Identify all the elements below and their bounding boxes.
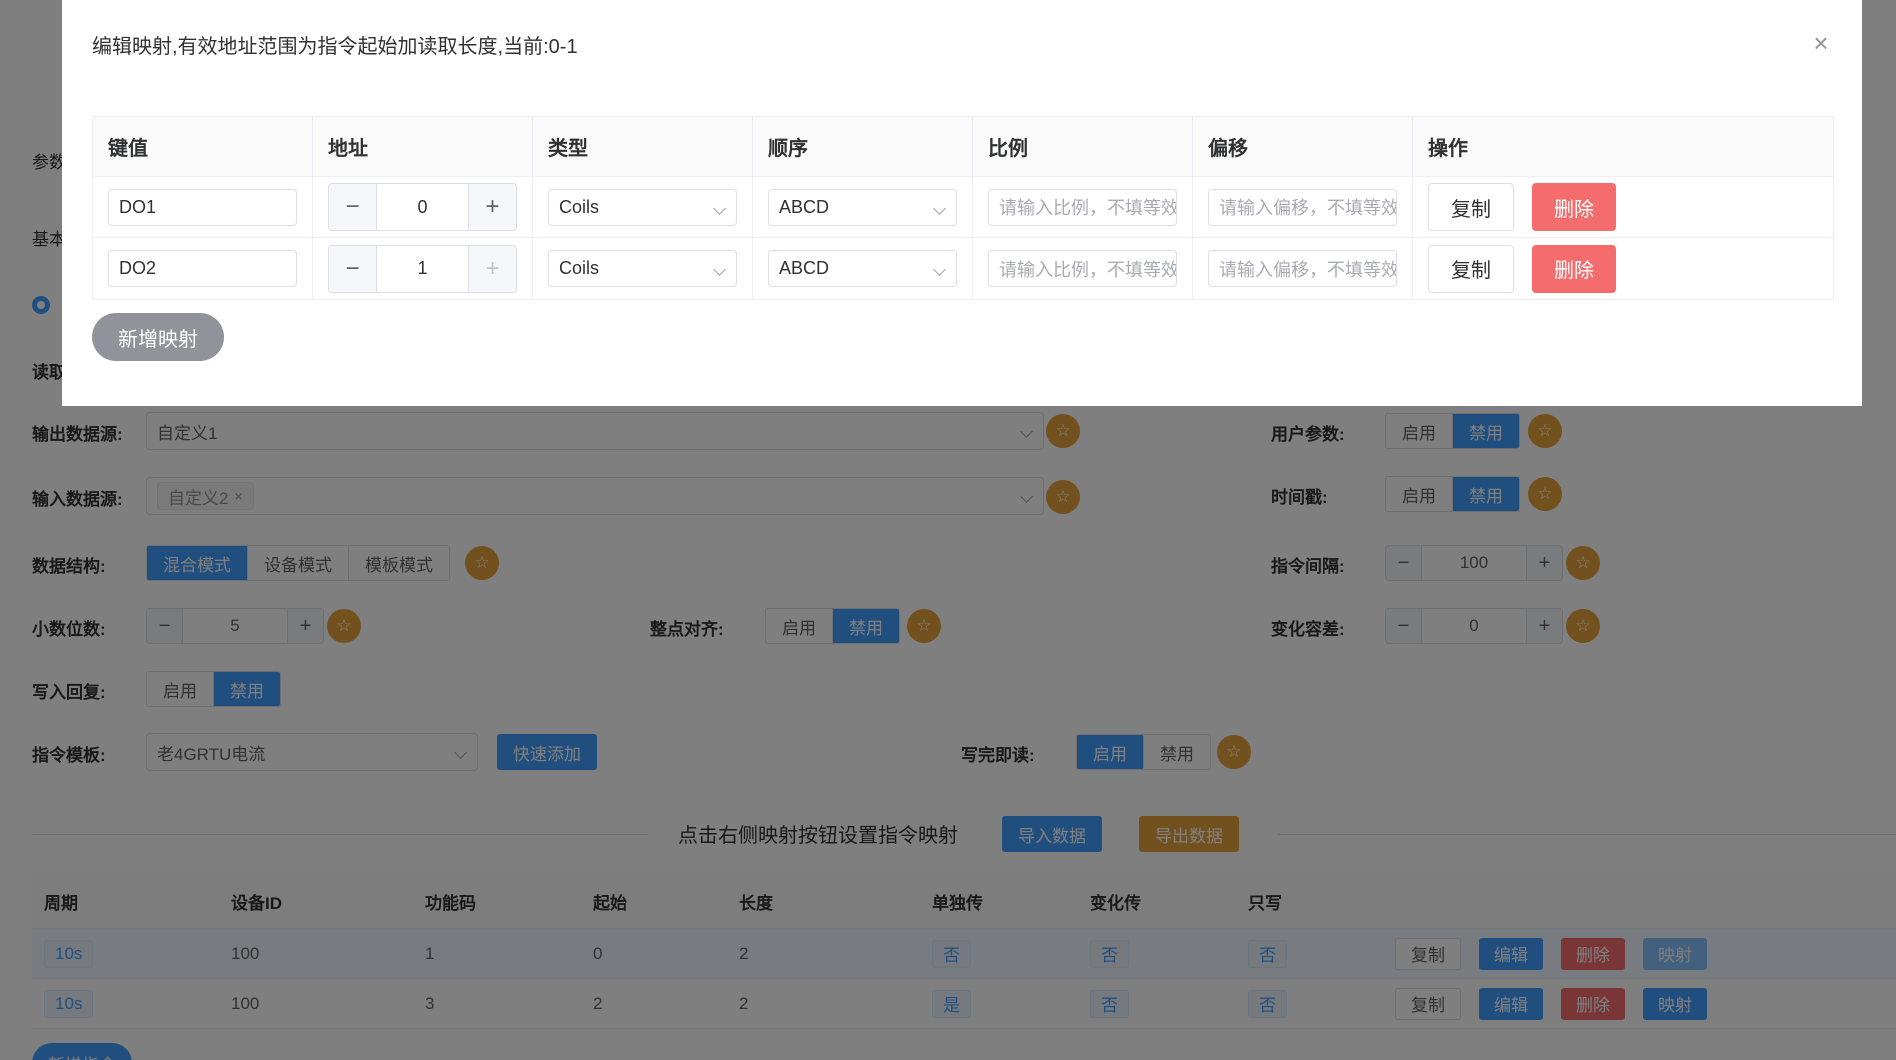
type-select[interactable]: Coils bbox=[548, 250, 737, 287]
plus-button[interactable]: + bbox=[468, 184, 516, 230]
type-select[interactable]: Coils bbox=[548, 188, 737, 226]
chevron-down-icon bbox=[933, 201, 946, 215]
delete-button[interactable]: 删除 bbox=[1532, 244, 1616, 293]
col-address: 地址 bbox=[313, 117, 533, 176]
address-value[interactable]: 1 bbox=[377, 246, 468, 292]
delete-button[interactable]: 删除 bbox=[1532, 183, 1616, 231]
mapping-table-header: 键值 地址 类型 顺序 比例 偏移 操作 bbox=[93, 117, 1833, 177]
mapping-row: DO1 − 0 + Coils ABCD 请输入比例，不填等效 请输入偏移，不填… bbox=[93, 177, 1833, 238]
order-value: ABCD bbox=[779, 258, 830, 278]
col-actions: 操作 bbox=[1428, 138, 1468, 160]
col-type: 类型 bbox=[533, 117, 753, 176]
offset-input[interactable]: 请输入偏移，不填等效 bbox=[1208, 250, 1397, 287]
minus-button[interactable]: − bbox=[329, 245, 377, 292]
col-key: 键值 bbox=[93, 117, 313, 176]
minus-button[interactable]: − bbox=[329, 184, 377, 230]
plus-button[interactable]: + bbox=[468, 245, 516, 292]
order-select[interactable]: ABCD bbox=[768, 188, 957, 226]
type-value: Coils bbox=[559, 258, 600, 278]
dialog-title: 编辑映射,有效地址范围为指令起始加读取长度,当前:0-1 bbox=[92, 36, 578, 58]
type-value: Coils bbox=[559, 196, 600, 217]
col-ratio: 比例 bbox=[973, 117, 1193, 176]
edit-mapping-dialog: 编辑映射,有效地址范围为指令起始加读取长度,当前:0-1 × 键值 地址 类型 … bbox=[62, 0, 1862, 406]
ratio-input[interactable]: 请输入比例，不填等效 bbox=[988, 250, 1177, 287]
key-input[interactable]: DO1 bbox=[108, 188, 297, 226]
col-offset: 偏移 bbox=[1193, 117, 1413, 176]
address-stepper[interactable]: − 1 + bbox=[328, 244, 517, 293]
add-mapping-button[interactable]: 新增映射 bbox=[92, 313, 224, 361]
chevron-down-icon bbox=[713, 263, 726, 276]
order-select[interactable]: ABCD bbox=[768, 250, 957, 287]
address-value[interactable]: 0 bbox=[377, 184, 468, 230]
ratio-input[interactable]: 请输入比例，不填等效 bbox=[988, 188, 1177, 226]
chevron-down-icon bbox=[933, 263, 946, 276]
copy-button[interactable]: 复制 bbox=[1428, 244, 1514, 293]
order-value: ABCD bbox=[779, 196, 830, 217]
mapping-row: DO2 − 1 + Coils ABCD 请输入比例，不填等效 请输入偏移，不填… bbox=[93, 238, 1833, 299]
offset-input[interactable]: 请输入偏移，不填等效 bbox=[1208, 188, 1397, 226]
copy-button[interactable]: 复制 bbox=[1428, 183, 1514, 231]
address-stepper[interactable]: − 0 + bbox=[328, 183, 517, 231]
mapping-table: 键值 地址 类型 顺序 比例 偏移 操作 DO1 − 0 + Coils ABC… bbox=[92, 116, 1834, 300]
chevron-down-icon bbox=[713, 201, 726, 215]
key-input[interactable]: DO2 bbox=[108, 250, 297, 287]
close-icon[interactable]: × bbox=[1810, 30, 1832, 56]
col-order: 顺序 bbox=[753, 117, 973, 176]
